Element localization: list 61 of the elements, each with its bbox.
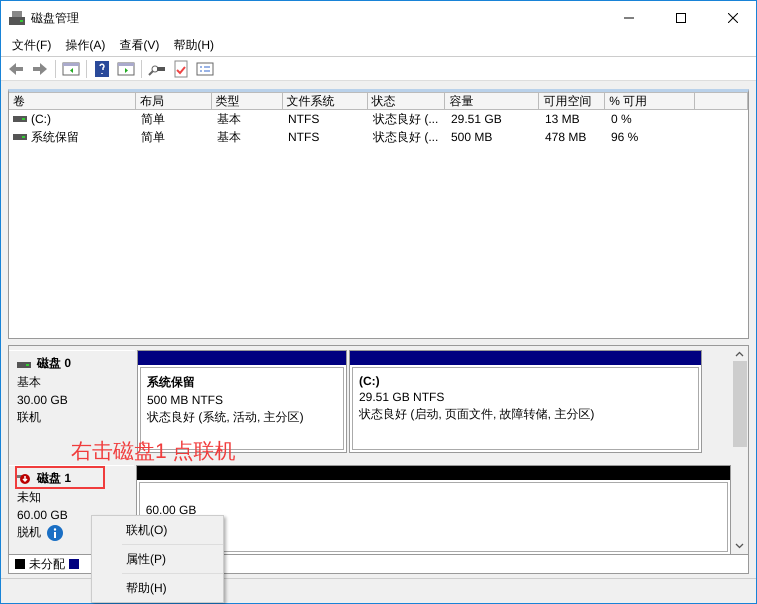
menu-item[interactable]: 文件(F) (5, 37, 58, 54)
column-header[interactable]: 布局 (136, 92, 212, 110)
panel-icon[interactable] (62, 60, 80, 78)
table-cell: 简单 (141, 110, 165, 128)
table-cell: 状态良好 (... (373, 110, 438, 128)
table-cell: 29.51 GB (451, 112, 502, 126)
partition-block[interactable]: (C:) 29.51 GB NTFS 状态良好 (启动, 页面文件, 故障转储, 主分区) (349, 350, 702, 453)
menu-item[interactable]: 操作(A) (58, 37, 112, 54)
table-cell: 系统保留 (31, 128, 79, 146)
scroll-down-icon[interactable] (735, 541, 744, 550)
disk-info-text: 未知 (17, 489, 41, 506)
table-cell: (C:) (31, 112, 51, 126)
context-menu-item[interactable]: 帮助(H) (122, 573, 223, 602)
partition-status: 状态良好 (系统, 活动, 主分区) (147, 409, 305, 426)
drive-icon (17, 362, 31, 368)
partition-name: 系统保留 (147, 374, 196, 391)
table-cell: 500 MB (451, 130, 492, 144)
column-header[interactable]: 类型 (212, 92, 283, 110)
disk-name[interactable]: 磁盘 1 (37, 470, 72, 487)
disk-info-text: 联机 (17, 409, 41, 426)
table-cell: 96 % (611, 130, 638, 144)
legend-label: 未分配 (29, 556, 65, 572)
table-cell: 13 MB (545, 112, 580, 126)
column-header[interactable]: 状态 (368, 92, 446, 110)
checklist-icon[interactable] (196, 60, 214, 78)
menu-item[interactable]: 查看(V) (112, 37, 166, 54)
disk-name[interactable]: 磁盘 0 (37, 355, 72, 372)
checked-document-icon[interactable] (172, 60, 190, 78)
table-cell: 基本 (217, 128, 241, 146)
table-cell: 状态良好 (... (373, 128, 438, 146)
context-menu-item[interactable]: 属性(P) (122, 544, 223, 573)
table-cell: 简单 (141, 128, 165, 146)
column-header[interactable]: 容量 (445, 92, 540, 110)
column-header[interactable]: % 可用 (605, 92, 696, 110)
scroll-up-icon[interactable] (735, 350, 744, 359)
column-header[interactable]: 可用空间 (539, 92, 606, 110)
panel-icon[interactable] (117, 60, 135, 78)
maximize-icon[interactable] (676, 13, 686, 23)
table-cell: NTFS (288, 112, 320, 126)
disk-info-text: 基本 (17, 374, 41, 391)
partition-size: 29.51 GB NTFS (359, 390, 446, 404)
table-cell: NTFS (288, 130, 320, 144)
column-header[interactable]: 文件系统 (282, 92, 368, 110)
partition-size: 60.00 GB (146, 503, 198, 517)
partition-size: 500 MB NTFS (147, 393, 224, 407)
disk-info-text: 60.00 GB (17, 508, 68, 522)
partition-status: 状态良好 (启动, 页面文件, 故障转储, 主分区) (359, 406, 596, 423)
drive-icon (13, 134, 27, 140)
close-icon[interactable] (728, 13, 738, 23)
table-cell: 478 MB (545, 130, 586, 144)
disk-info-text: 30.00 GB (17, 393, 68, 407)
help-icon[interactable] (93, 60, 111, 78)
column-header[interactable]: 卷 (9, 92, 136, 110)
table-cell: 基本 (217, 110, 241, 128)
table-cell: 0 % (611, 112, 632, 126)
partition-name: (C:) (359, 374, 381, 388)
menu-item[interactable]: 帮助(H) (166, 37, 221, 54)
disk-info-text: 脱机 (17, 524, 41, 541)
window-title: 磁盘管理 (31, 10, 80, 26)
disk-management-icon (9, 11, 25, 25)
drive-icon (13, 116, 27, 122)
